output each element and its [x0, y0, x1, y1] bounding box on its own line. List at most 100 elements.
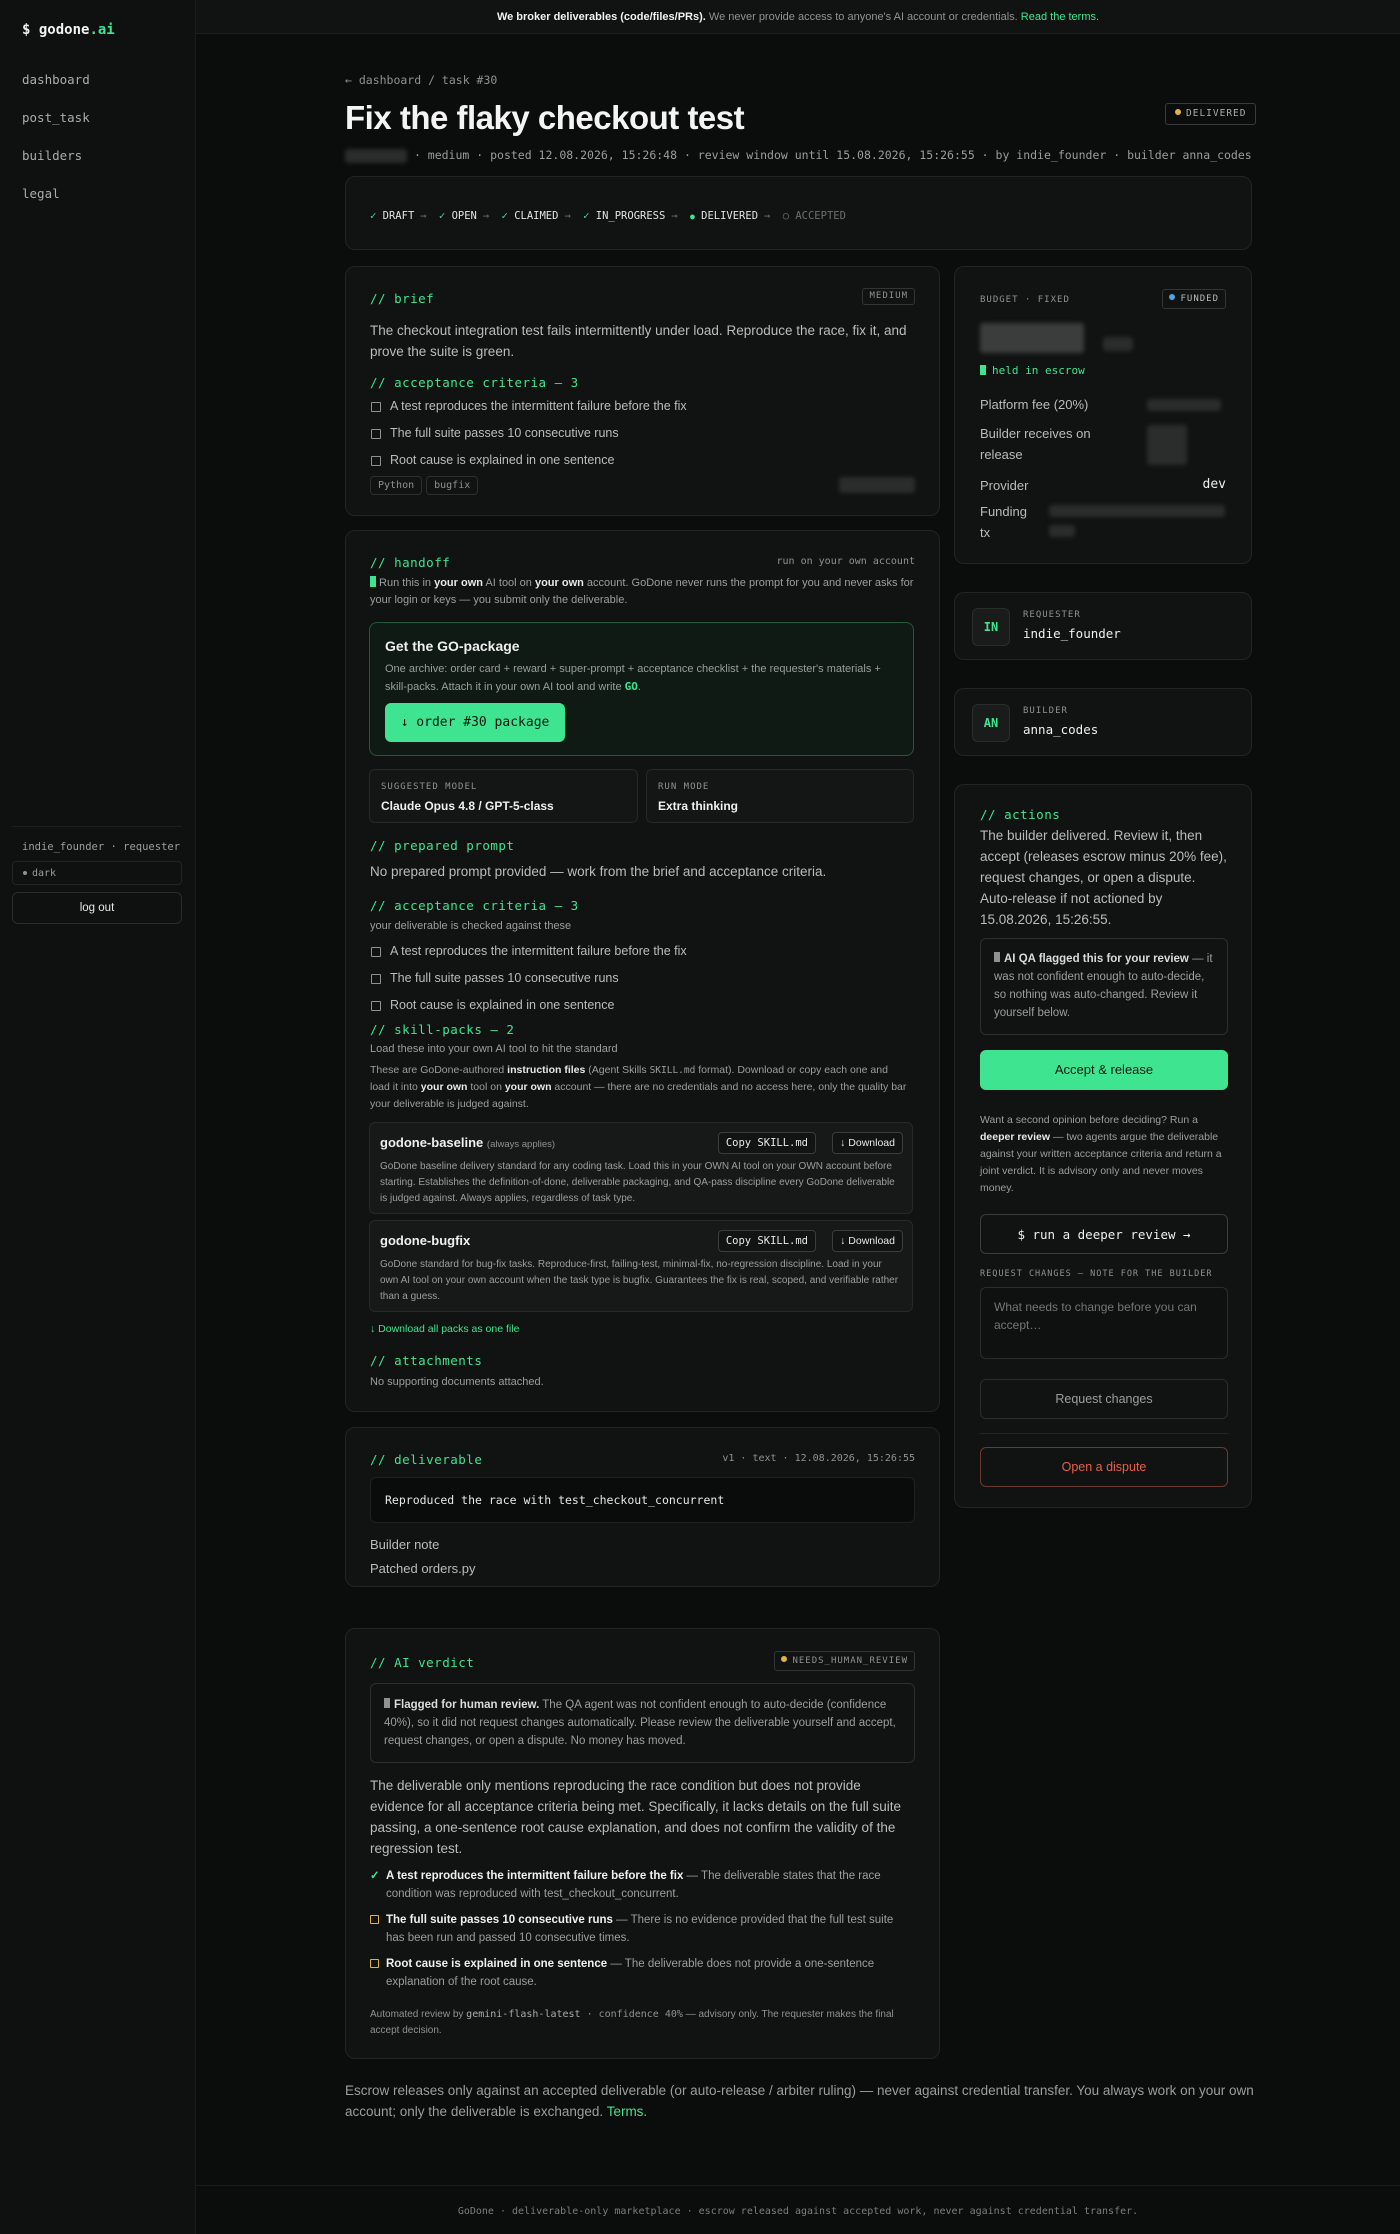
- status-steps: ✓ DRAFT → ✓ OPEN → ✓ CLAIMED → ✓ IN_PROGRES…: [345, 176, 1252, 250]
- builder-card[interactable]: AN BUILDER anna_codes: [954, 688, 1252, 756]
- copy-skill-button[interactable]: Copy SKILL.md: [717, 1230, 816, 1252]
- flag-box: Flagged for human review. The QA agent w…: [370, 1683, 915, 1763]
- requester-avatar: IN: [972, 608, 1010, 646]
- package-title: Get the GO-package: [385, 638, 520, 654]
- flag-icon: [384, 1698, 390, 1708]
- builder-avatar: AN: [972, 704, 1010, 742]
- skill-pack: godone-bugfix Copy SKILL.md ↓ Download G…: [369, 1220, 913, 1312]
- nav-dashboard[interactable]: dashboard: [22, 72, 90, 87]
- provider-label: Provider: [980, 478, 1029, 493]
- step-in-progress: IN_PROGRESS: [595, 210, 666, 222]
- escrow-note: Escrow releases only against an accepted…: [345, 2083, 1254, 2119]
- user-panel: indie_founder · requester dark log out: [12, 826, 182, 924]
- request-changes-input[interactable]: [980, 1287, 1228, 1359]
- user-label: indie_founder · requester: [22, 841, 181, 853]
- copy-skill-button[interactable]: Copy SKILL.md: [717, 1132, 816, 1154]
- blurred-value: [839, 477, 915, 493]
- step-accepted: ACCEPTED: [795, 210, 846, 222]
- criteria2-heading: // acceptance criteria — 3: [370, 898, 579, 913]
- order-package-button[interactable]: ↓ order #30 package: [385, 703, 565, 742]
- funding-label: Funding tx: [980, 504, 1027, 540]
- escrow-status: held in escrow: [980, 364, 1085, 377]
- breadcrumb[interactable]: ← dashboard / task #30: [345, 73, 497, 87]
- theme-toggle[interactable]: dark: [12, 861, 182, 885]
- fee-blurred: [1147, 399, 1221, 411]
- step-check-icon: ✓: [501, 210, 508, 222]
- logo[interactable]: $ godone.ai: [22, 22, 115, 38]
- deliverable-meta: v1 · text · 12.08.2026, 15:26:55: [722, 1453, 915, 1464]
- criteria-item: Root cause is explained in one sentence: [370, 998, 687, 1012]
- criteria-item: Root cause is explained in one sentence: [370, 453, 687, 467]
- skills-desc: These are GoDone-authored instruction fi…: [370, 1064, 907, 1110]
- status-dot-icon: [1175, 109, 1181, 115]
- nav-post-task[interactable]: post_task: [22, 110, 90, 125]
- brief-text: The checkout integration test fails inte…: [370, 323, 907, 359]
- footer: GoDone · deliverable-only marketplace · …: [196, 2185, 1400, 2234]
- terms-link[interactable]: Read the terms.: [1021, 11, 1099, 23]
- go-package: Get the GO-package One archive: order ca…: [369, 622, 914, 756]
- criteria2-sub: your deliverable is checked against thes…: [370, 920, 572, 932]
- warn-dot-icon: [781, 1656, 788, 1662]
- deliverable-content: Reproduced the race with test_checkout_c…: [370, 1477, 915, 1523]
- deeper-review-button[interactable]: $ run a deeper review →: [980, 1214, 1228, 1254]
- nav-legal[interactable]: legal: [22, 186, 60, 201]
- requester-card[interactable]: IN REQUESTER indie_founder: [954, 592, 1252, 660]
- actions-heading: // actions: [980, 807, 1061, 822]
- runmode-value: Extra thinking: [658, 799, 739, 813]
- tag-bugfix: bugfix: [426, 476, 479, 495]
- builder-label: BUILDER: [1023, 706, 1068, 716]
- verdict-item: Root cause is explained in one sentence …: [370, 1955, 915, 1991]
- divider: [980, 1433, 1228, 1434]
- verdict-footnote: Automated review by gemini-flash-latest …: [370, 2009, 894, 2036]
- budget-amount-blurred: [980, 323, 1084, 353]
- step-check-icon: ✓: [438, 210, 446, 222]
- task-meta: · medium · posted 12.08.2026, 15:26:48 ·…: [345, 148, 1252, 163]
- unmet-icon: [370, 1959, 379, 1968]
- skill-name: godone-baseline (always applies): [380, 1135, 556, 1150]
- run-mode: RUN MODE Extra thinking: [646, 769, 914, 823]
- builder-note-label: Builder note: [370, 1537, 440, 1552]
- nav-builders[interactable]: builders: [22, 148, 82, 163]
- funding-tx-blurred: [1049, 505, 1225, 517]
- difficulty-chip: MEDIUM: [862, 288, 915, 305]
- skill-desc: GoDone standard for bug-fix tasks. Repro…: [380, 1259, 899, 1302]
- download-skill-button[interactable]: ↓ Download: [832, 1230, 903, 1252]
- builder-name: anna_codes: [1023, 722, 1099, 737]
- currency-blurred: [1103, 337, 1133, 351]
- criteria-item: The full suite passes 10 consecutive run…: [370, 971, 687, 985]
- top-banner: We broker deliverables (code/files/PRs).…: [196, 0, 1400, 34]
- terms-footer-link[interactable]: Terms.: [607, 2104, 648, 2119]
- logout-button[interactable]: log out: [12, 892, 182, 924]
- skill-name: godone-bugfix: [380, 1233, 471, 1248]
- accept-release-button[interactable]: Accept & release: [980, 1050, 1228, 1090]
- suggested-model: SUGGESTED MODEL Claude Opus 4.8 / GPT-5-…: [369, 769, 638, 823]
- prompt-heading: // prepared prompt: [370, 838, 515, 853]
- handoff-heading: // handoff: [370, 555, 451, 570]
- request-changes-button[interactable]: Request changes: [980, 1379, 1228, 1419]
- verdict-heading: // AI verdict: [370, 1655, 475, 1670]
- runmode-label: RUN MODE: [658, 782, 710, 792]
- funded-badge: FUNDED: [1162, 289, 1226, 309]
- budget-label: BUDGET · FIXED: [980, 295, 1070, 305]
- requester-label: REQUESTER: [1023, 610, 1081, 620]
- criteria-item: The full suite passes 10 consecutive run…: [370, 426, 687, 440]
- funded-dot-icon: [1169, 294, 1176, 300]
- model-label: SUGGESTED MODEL: [381, 782, 478, 792]
- criteria-heading: // acceptance criteria — 3: [370, 375, 579, 390]
- step-current-icon: ●: [689, 212, 695, 221]
- escrow-bar-icon: [980, 365, 986, 375]
- actions-text: The builder delivered. Review it, then a…: [980, 828, 1227, 927]
- theme-dot-icon: [23, 871, 27, 875]
- verdict-item: ✓ A test reproduces the intermittent fail…: [370, 1867, 915, 1903]
- receives-blurred: [1147, 425, 1187, 465]
- open-dispute-button[interactable]: Open a dispute: [980, 1447, 1228, 1487]
- page-title: Fix the flaky checkout test: [345, 99, 745, 136]
- blurred-id: [345, 148, 407, 163]
- criteria-item: A test reproduces the intermittent failu…: [370, 944, 687, 958]
- download-skill-button[interactable]: ↓ Download: [832, 1132, 903, 1154]
- flag-icon: [994, 952, 1000, 962]
- skill-desc: GoDone baseline delivery standard for an…: [380, 1161, 895, 1204]
- package-desc: One archive: order card + reward + super…: [385, 663, 881, 693]
- skills-sub: Load these into your own AI tool to hit …: [370, 1043, 618, 1055]
- download-all-link[interactable]: ↓ Download all packs as one file: [370, 1323, 519, 1335]
